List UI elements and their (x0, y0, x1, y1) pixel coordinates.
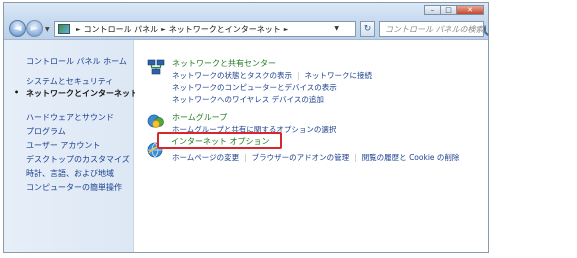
task-row: ホームページの変更 | ブラウザーのアドオンの管理 | 閲覧の履歴と Cooki… (172, 152, 459, 163)
sidebar: コントロール パネル ホーム システムとセキュリティ • ネットワークとインター… (4, 40, 138, 252)
network-sharing-center-icon (147, 59, 165, 75)
back-button[interactable]: ◄ (9, 20, 26, 37)
address-dropdown-icon[interactable]: ▼ (334, 25, 339, 32)
sidebar-item-hardware-sound[interactable]: ハードウェアとサウンド (26, 112, 114, 123)
sidebar-item-system-security[interactable]: システムとセキュリティ (26, 76, 113, 87)
search-input[interactable]: コントロール パネルの検索 (385, 24, 484, 35)
delete-browsing-history-link[interactable]: 閲覧の履歴と Cookie の削除 (362, 152, 460, 163)
internet-options-link[interactable]: インターネット オプション (171, 136, 270, 147)
refresh-button[interactable]: ↻ (360, 21, 375, 37)
current-item-bullet: • (14, 88, 20, 97)
view-network-computers-link[interactable]: ネットワークのコンピューターとデバイスの表示 (172, 82, 337, 93)
sidebar-item-programs[interactable]: プログラム (26, 126, 66, 137)
breadcrumb-network-internet[interactable]: ネットワークとインターネット (169, 24, 281, 35)
add-wireless-device-link[interactable]: ネットワークへのワイヤレス デバイスの追加 (172, 94, 324, 105)
search-icon[interactable] (483, 24, 486, 34)
window-controls: – □ ✕ (424, 5, 484, 15)
task-row: ネットワークへのワイヤレス デバイスの追加 (172, 94, 324, 105)
separator: | (244, 153, 247, 162)
recent-pages-dropdown[interactable]: ▼ (45, 26, 50, 33)
explorer-window: – □ ✕ ◄ ► ▼ ► コントロール パネル ► ネットワークとインターネッ… (3, 2, 489, 253)
homegroup-link[interactable]: ホームグループ (172, 112, 227, 123)
internet-options-highlight[interactable]: インターネット オプション (157, 132, 282, 149)
network-sharing-center-link[interactable]: ネットワークと共有センター (172, 58, 276, 69)
task-row: ネットワークの状態とタスクの表示 | ネットワークに接続 (172, 70, 372, 81)
connect-to-network-link[interactable]: ネットワークに接続 (305, 70, 373, 81)
sidebar-item-personalization[interactable]: デスクトップのカスタマイズ (26, 154, 130, 165)
close-button[interactable]: ✕ (456, 5, 484, 15)
homegroup-icon (147, 114, 164, 128)
breadcrumb-arrow-icon[interactable]: ► (284, 26, 289, 33)
forward-button[interactable]: ► (26, 20, 43, 37)
breadcrumb: ► コントロール パネル ► ネットワークとインターネット ► (73, 24, 291, 35)
sidebar-item-ease-of-access[interactable]: コンピューターの簡単操作 (26, 182, 122, 193)
minimize-button[interactable]: – (424, 5, 441, 15)
view-network-status-link[interactable]: ネットワークの状態とタスクの表示 (172, 70, 292, 81)
sidebar-item-clock-language-region[interactable]: 時計、言語、および地域 (26, 168, 114, 179)
breadcrumb-arrow-icon[interactable]: ► (161, 26, 166, 33)
sidebar-item-network-internet: ネットワークとインターネット (26, 89, 138, 98)
breadcrumb-arrow-icon[interactable]: ► (76, 26, 81, 33)
title-address-bar: – □ ✕ ◄ ► ▼ ► コントロール パネル ► ネットワークとインターネッ… (4, 3, 488, 40)
separator: | (297, 71, 300, 80)
sidebar-item-user-accounts[interactable]: ユーザー アカウント (26, 140, 100, 151)
sidebar-item-control-panel-home[interactable]: コントロール パネル ホーム (26, 56, 127, 67)
search-box[interactable]: コントロール パネルの検索 (379, 21, 486, 37)
breadcrumb-control-panel[interactable]: コントロール パネル (84, 24, 159, 35)
change-homepage-link[interactable]: ホームページの変更 (172, 152, 239, 163)
separator: | (354, 153, 357, 162)
manage-browser-addons-link[interactable]: ブラウザーのアドオンの管理 (252, 152, 350, 163)
control-panel-icon (58, 24, 70, 34)
task-row: ネットワークのコンピューターとデバイスの表示 (172, 82, 337, 93)
maximize-button[interactable]: □ (440, 5, 457, 15)
address-bar[interactable]: ► コントロール パネル ► ネットワークとインターネット ► ▼ (54, 21, 356, 37)
